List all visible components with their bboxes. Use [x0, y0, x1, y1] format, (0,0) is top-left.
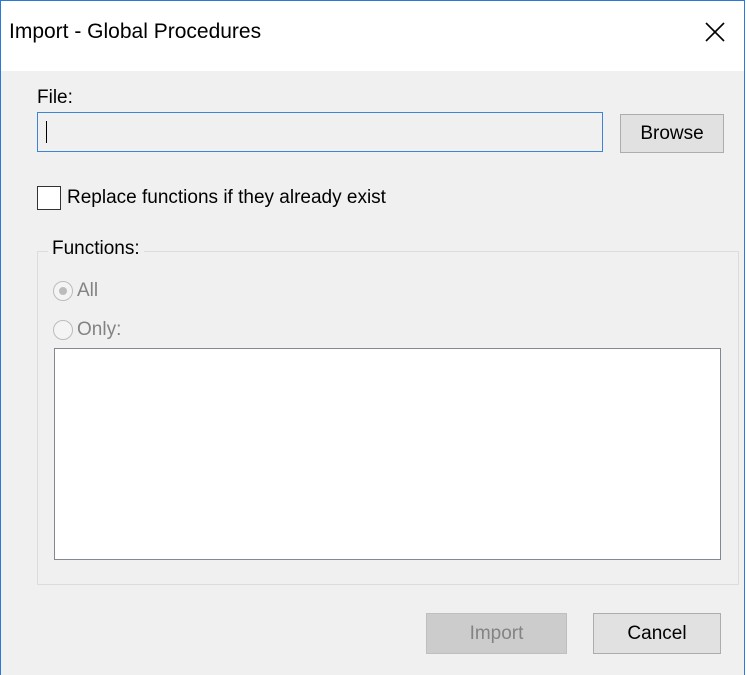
import-dialog: Import - Global Procedures File: Browse … — [0, 0, 745, 675]
radio-all-selected-dot — [59, 287, 67, 295]
replace-functions-label[interactable]: Replace functions if they already exist — [67, 187, 386, 209]
radio-only-label[interactable]: Only: — [77, 319, 121, 341]
browse-button-label: Browse — [640, 123, 704, 144]
functions-group-label: Functions: — [48, 238, 144, 260]
cancel-button[interactable]: Cancel — [593, 613, 721, 654]
radio-only[interactable] — [53, 320, 73, 340]
text-caret — [46, 121, 47, 143]
file-label: File: — [37, 87, 73, 108]
file-path-field[interactable] — [37, 112, 603, 152]
cancel-button-label: Cancel — [627, 623, 687, 644]
browse-button[interactable]: Browse — [620, 114, 724, 153]
import-button[interactable]: Import — [426, 613, 567, 654]
dialog-title: Import - Global Procedures — [9, 20, 262, 43]
close-icon — [705, 22, 725, 42]
file-path-input[interactable] — [38, 113, 602, 151]
functions-listbox[interactable] — [54, 348, 721, 560]
radio-all[interactable] — [53, 281, 73, 301]
import-button-label: Import — [469, 623, 524, 644]
radio-all-label[interactable]: All — [77, 280, 98, 302]
close-button[interactable] — [684, 1, 744, 67]
title-bar: Import - Global Procedures — [1, 1, 744, 71]
replace-functions-checkbox[interactable] — [37, 186, 61, 210]
